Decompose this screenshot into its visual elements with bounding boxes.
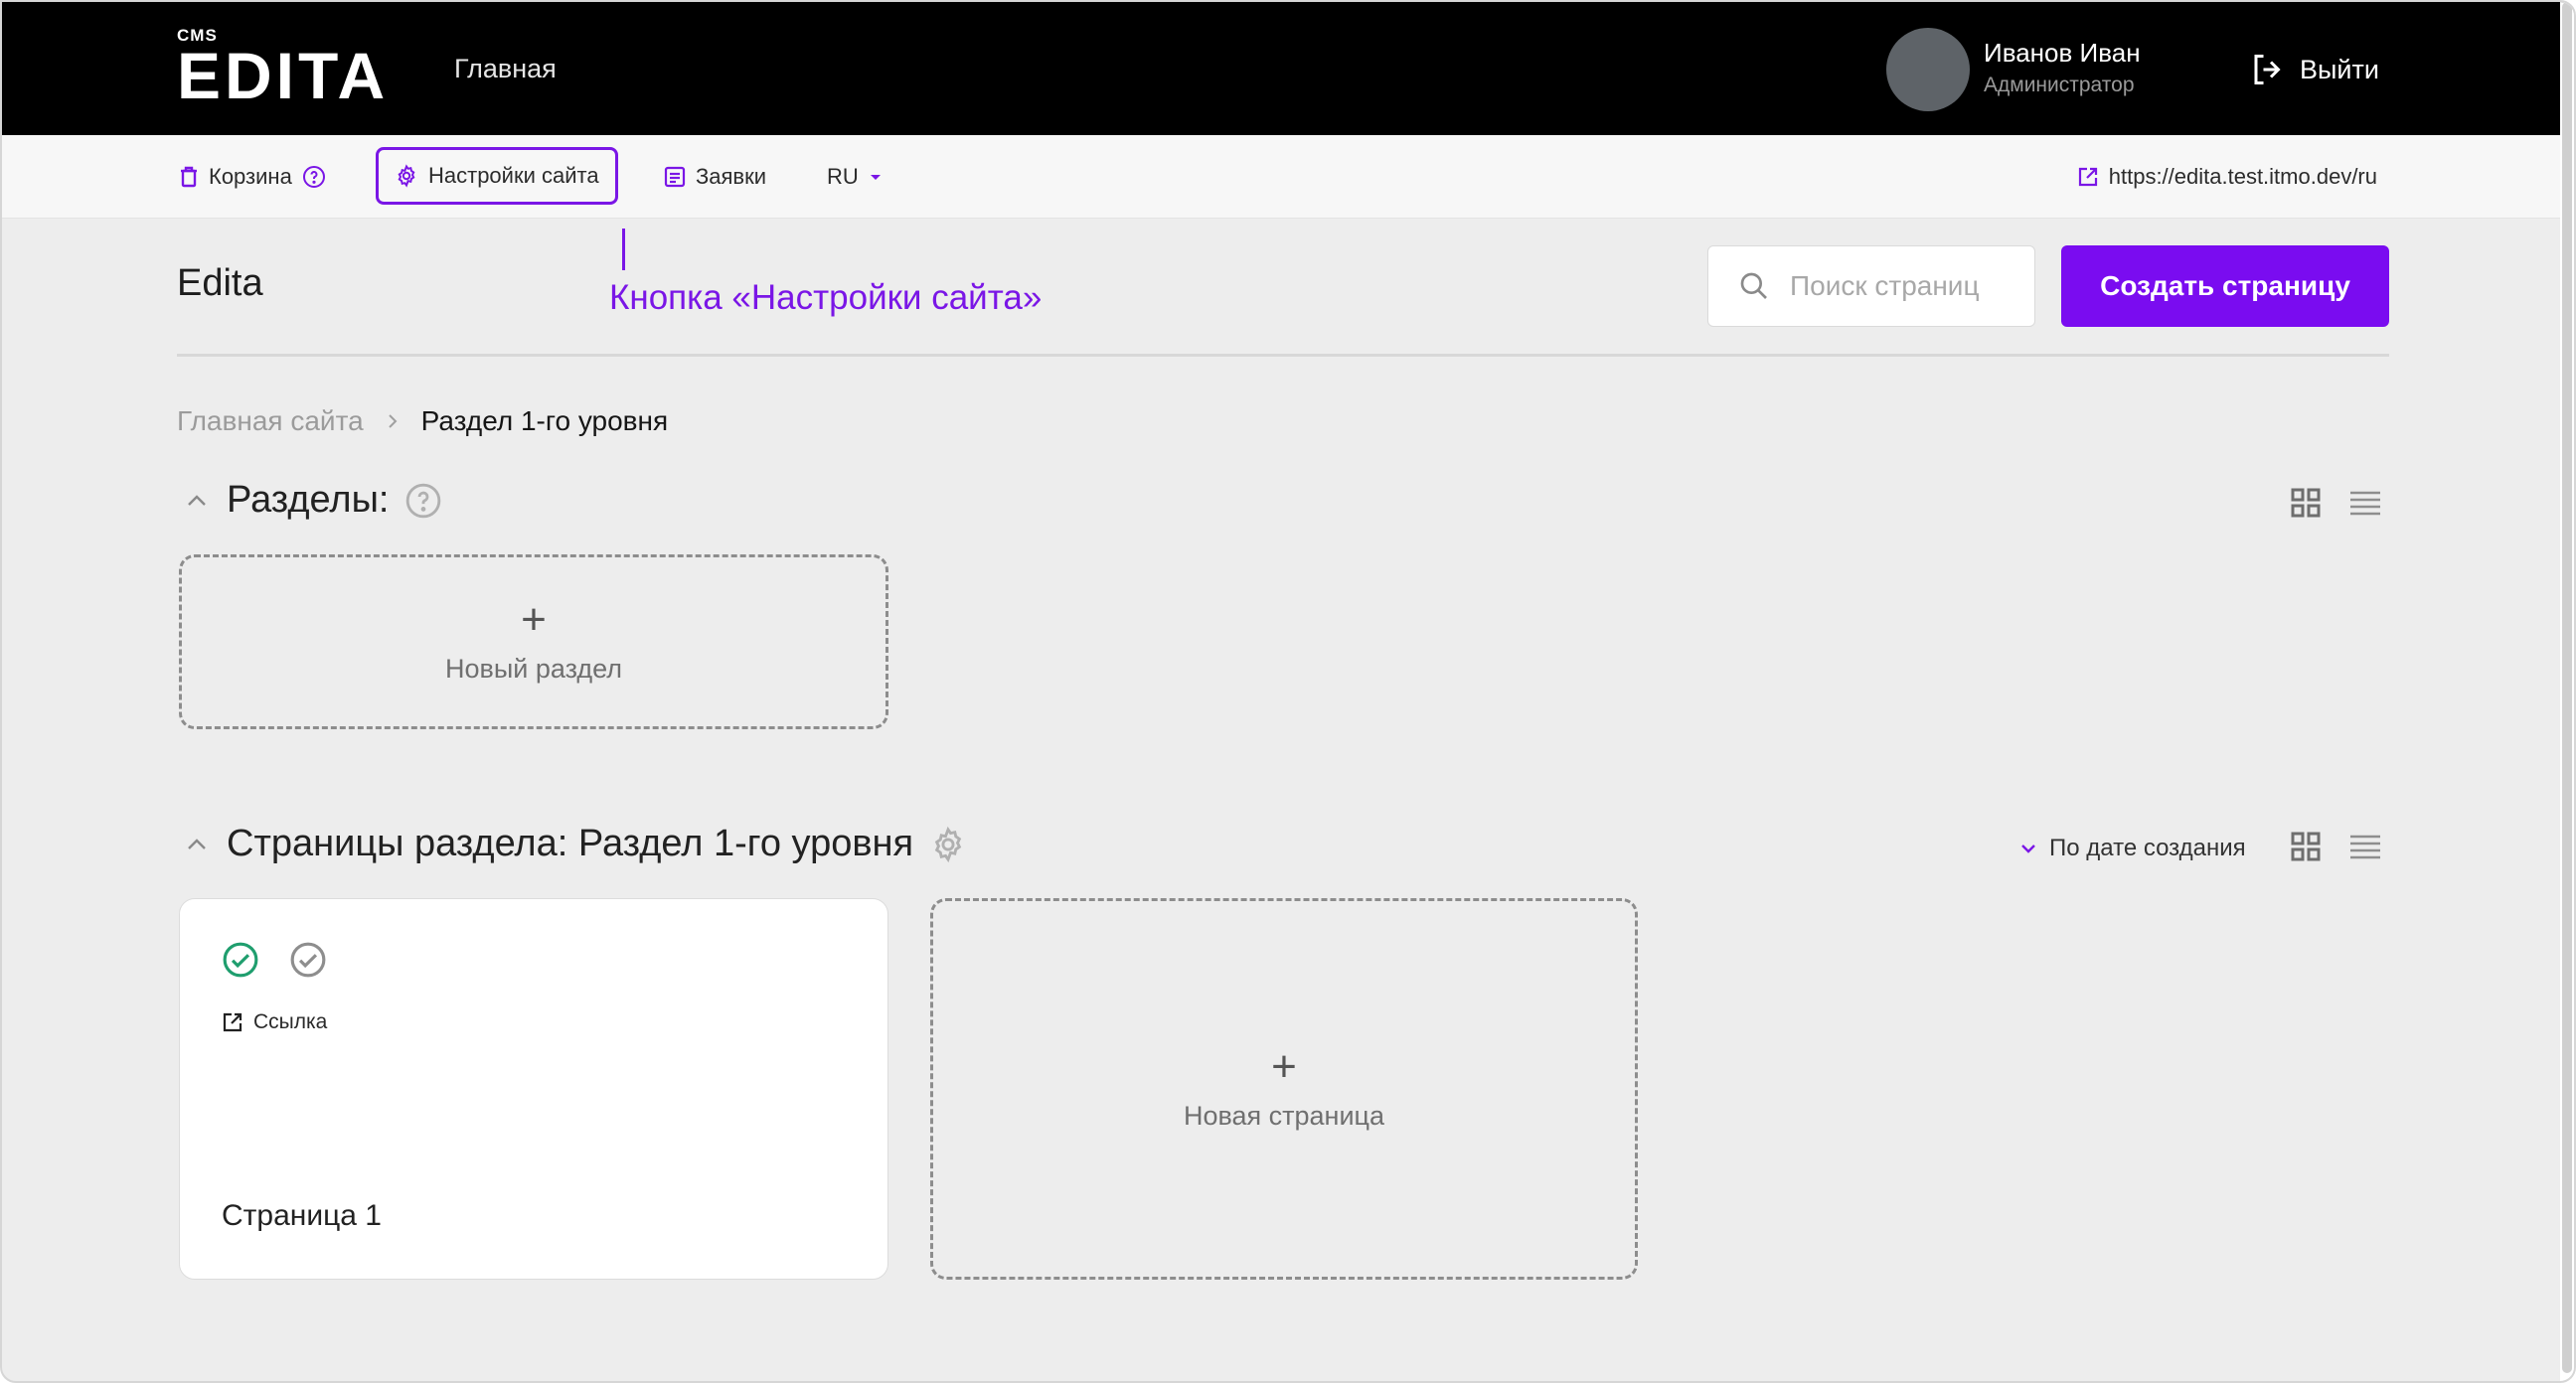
new-page-card[interactable]: + Новая страница [930, 898, 1638, 1280]
gear-icon [398, 164, 415, 188]
list-view-icon[interactable] [2349, 489, 2381, 517]
page-title: Страница 1 [222, 1199, 382, 1232]
chevron-up-icon[interactable] [183, 835, 211, 854]
search-input[interactable] [1790, 270, 2018, 302]
scrollbar-thumb[interactable] [2562, 2, 2572, 1373]
requests-icon [664, 166, 686, 188]
search-box[interactable] [1707, 245, 2035, 327]
language-label: RU [827, 164, 859, 189]
logout-button[interactable]: Выйти [2250, 52, 2379, 87]
page-status-icons [222, 941, 327, 979]
new-section-label: Новый раздел [445, 653, 622, 684]
logo-edita-text: EDITA [177, 39, 390, 112]
page-link[interactable]: Ссылка [222, 1010, 327, 1034]
external-link-icon [223, 1012, 242, 1032]
section-settings-gear-icon[interactable] [929, 826, 967, 863]
list-view-icon[interactable] [2349, 833, 2381, 860]
avatar[interactable] [1886, 28, 1970, 111]
trash-button[interactable]: Корзина [179, 135, 326, 219]
site-url-text: https://edita.test.itmo.dev/ru [2108, 164, 2377, 189]
app-window: CMS EDITA Главная Иванов Иван Администра… [0, 0, 2576, 1383]
user-role: Администратор [1984, 74, 2135, 96]
visibility-check-icon[interactable] [289, 941, 327, 979]
pages-title: Страницы раздела: Раздел 1-го уровня [227, 823, 914, 864]
trash-label: Корзина [209, 164, 292, 189]
sort-label: По дате создания [2049, 835, 2246, 861]
sections-title: Разделы: [227, 479, 390, 521]
top-header: CMS EDITA Главная Иванов Иван Администра… [2, 2, 2564, 135]
sections-view-toggle [2290, 487, 2381, 519]
breadcrumb-current: Раздел 1-го уровня [420, 405, 669, 436]
site-settings-button[interactable]: Настройки сайта [376, 147, 618, 205]
header-divider [177, 354, 2389, 357]
user-name: Иванов Иван [1984, 38, 2141, 68]
grid-view-icon[interactable] [2290, 487, 2322, 519]
breadcrumb: Главная сайта Раздел 1-го уровня [177, 405, 668, 437]
site-url-link[interactable]: https://edita.test.itmo.dev/ru [2077, 135, 2377, 219]
plus-icon: + [1271, 1041, 1297, 1091]
plus-icon: + [521, 594, 547, 644]
callout-pointer-line [622, 229, 625, 270]
grid-view-icon[interactable] [2290, 831, 2322, 862]
chevron-down-icon [2021, 845, 2035, 853]
site-settings-label: Настройки сайта [428, 163, 599, 188]
new-section-card[interactable]: + Новый раздел [179, 554, 888, 729]
nav-home-link[interactable]: Главная [454, 54, 557, 84]
breadcrumb-root-link[interactable]: Главная сайта [177, 405, 364, 437]
trash-icon [181, 166, 197, 188]
search-icon [1740, 272, 1767, 299]
page-link-label: Ссылка [253, 1010, 328, 1033]
sort-dropdown[interactable]: По дате создания [2019, 835, 2246, 862]
requests-button[interactable]: Заявки [664, 135, 766, 219]
external-link-icon [2078, 167, 2097, 187]
caret-down-icon [870, 175, 881, 180]
edita-logo[interactable]: CMS EDITA [177, 26, 390, 112]
site-toolbar: Корзина Настройки сайта Заявки RU https:… [2, 135, 2564, 219]
site-title: Edita [177, 262, 263, 304]
page-card[interactable]: Ссылка Страница 1 [179, 898, 888, 1280]
help-icon[interactable] [302, 165, 326, 189]
pages-header: Страницы раздела: Раздел 1-го уровня [183, 823, 967, 865]
pages-view-toggle [2290, 831, 2381, 862]
requests-label: Заявки [696, 164, 767, 189]
logout-label: Выйти [2300, 54, 2379, 84]
create-page-button[interactable]: Создать страницу [2061, 245, 2389, 327]
callout-text: Кнопка «Настройки сайта» [609, 278, 1043, 317]
logout-icon [2254, 55, 2281, 84]
scrollbar[interactable] [2560, 2, 2574, 1381]
help-circle-icon[interactable] [404, 482, 442, 520]
chevron-right-icon [388, 414, 398, 428]
new-page-label: Новая страница [1183, 1100, 1385, 1131]
chevron-up-icon[interactable] [183, 491, 211, 511]
language-select[interactable]: RU [827, 135, 883, 219]
published-check-icon[interactable] [222, 941, 259, 979]
sections-header: Разделы: [183, 479, 442, 522]
